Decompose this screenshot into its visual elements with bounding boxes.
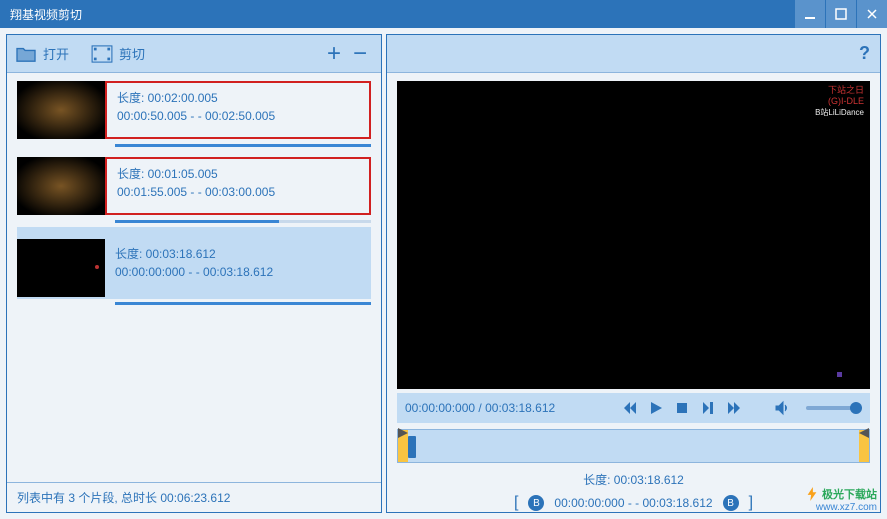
timeline[interactable]	[397, 429, 870, 463]
titlebar: 翔基视频剪切	[0, 0, 887, 28]
remove-button[interactable]: −	[353, 40, 367, 68]
play-button[interactable]	[648, 400, 664, 416]
left-toolbar: 打开 剪切 + −	[7, 35, 381, 73]
film-icon	[91, 45, 113, 63]
window-title: 翔基视频剪切	[10, 6, 82, 23]
right-panel: ? 下站之日 (G)I-DLE B站LiLiDance 00:00:00:000…	[386, 34, 881, 513]
clip-range: 00:00:00:000 - - 00:03:18.612	[115, 263, 371, 281]
site-watermark: 极光下载站 www.xz7.com	[805, 486, 877, 513]
clip-item[interactable]: 长度: 00:01:05.005 00:01:55.005 - - 00:03:…	[17, 157, 371, 215]
add-button[interactable]: +	[327, 40, 341, 68]
range-text: 00:00:00:000 - - 00:03:18.612	[554, 496, 712, 510]
help-button[interactable]: ?	[859, 43, 870, 64]
clip-info: 长度: 00:02:00.005 00:00:50.005 - - 00:02:…	[105, 81, 371, 139]
status-bar: 列表中有 3 个片段, 总时长 00:06:23.612	[7, 482, 381, 512]
clip-range: 00:01:55.005 - - 00:03:00.005	[117, 183, 369, 201]
clip-item[interactable]: 长度: 00:02:00.005 00:00:50.005 - - 00:02:…	[17, 81, 371, 139]
clip-list: 长度: 00:02:00.005 00:00:50.005 - - 00:02:…	[7, 73, 381, 482]
step-back-button[interactable]	[622, 400, 638, 416]
video-preview[interactable]: 下站之日 (G)I-DLE B站LiLiDance	[397, 81, 870, 389]
video-marker-icon	[837, 372, 842, 377]
cut-label: 剪切	[119, 44, 145, 63]
clip-duration: 长度: 00:02:00.005	[117, 89, 369, 107]
status-text: 列表中有 3 个片段, 总时长 00:06:23.612	[17, 489, 230, 506]
clip-item[interactable]: 长度: 00:03:18.612 00:00:00:000 - - 00:03:…	[17, 233, 371, 297]
clip-duration: 长度: 00:03:18.612	[115, 245, 371, 263]
marker-b-button[interactable]: B	[528, 495, 544, 511]
clip-thumbnail	[17, 157, 105, 215]
clip-progress	[115, 144, 371, 147]
range-start-handle[interactable]	[398, 430, 408, 462]
clip-info: 长度: 00:03:18.612 00:00:00:000 - - 00:03:…	[105, 239, 371, 297]
open-button[interactable]: 打开	[15, 44, 69, 63]
folder-icon	[15, 45, 37, 63]
cut-button[interactable]: 剪切	[91, 44, 145, 63]
time-display: 00:00:00:000 / 00:03:18.612	[405, 401, 555, 415]
timeline-scrubber[interactable]	[408, 436, 416, 458]
clip-range: 00:00:50.005 - - 00:02:50.005	[117, 107, 369, 125]
left-panel: 打开 剪切 + − 长度: 00:02:00.005 00:00:50.005 …	[6, 34, 382, 513]
clip-info: 长度: 00:01:05.005 00:01:55.005 - - 00:03:…	[105, 157, 371, 215]
video-watermark: 下站之日 (G)I-DLE B站LiLiDance	[815, 85, 864, 118]
clip-progress	[115, 302, 371, 305]
volume-slider[interactable]	[806, 406, 862, 410]
right-toolbar: ?	[387, 35, 880, 73]
range-end-bracket-icon[interactable]: ]	[749, 494, 753, 512]
playback-bar: 00:00:00:000 / 00:03:18.612	[397, 393, 870, 423]
maximize-button[interactable]	[826, 0, 856, 28]
window-controls	[794, 0, 887, 28]
close-button[interactable]	[857, 0, 887, 28]
minimize-button[interactable]	[795, 0, 825, 28]
range-start-bracket-icon[interactable]: [	[514, 494, 518, 512]
clip-thumbnail	[17, 81, 105, 139]
marker-b-button[interactable]: B	[723, 495, 739, 511]
step-forward-button[interactable]	[700, 400, 716, 416]
clip-duration: 长度: 00:01:05.005	[117, 165, 369, 183]
bolt-icon	[805, 487, 819, 501]
stop-button[interactable]	[674, 400, 690, 416]
open-label: 打开	[43, 44, 69, 63]
volume-button[interactable]	[774, 400, 790, 416]
clip-thumbnail	[17, 239, 105, 297]
clip-progress	[115, 220, 371, 223]
range-end-handle[interactable]	[859, 430, 869, 462]
skip-forward-button[interactable]	[726, 400, 742, 416]
